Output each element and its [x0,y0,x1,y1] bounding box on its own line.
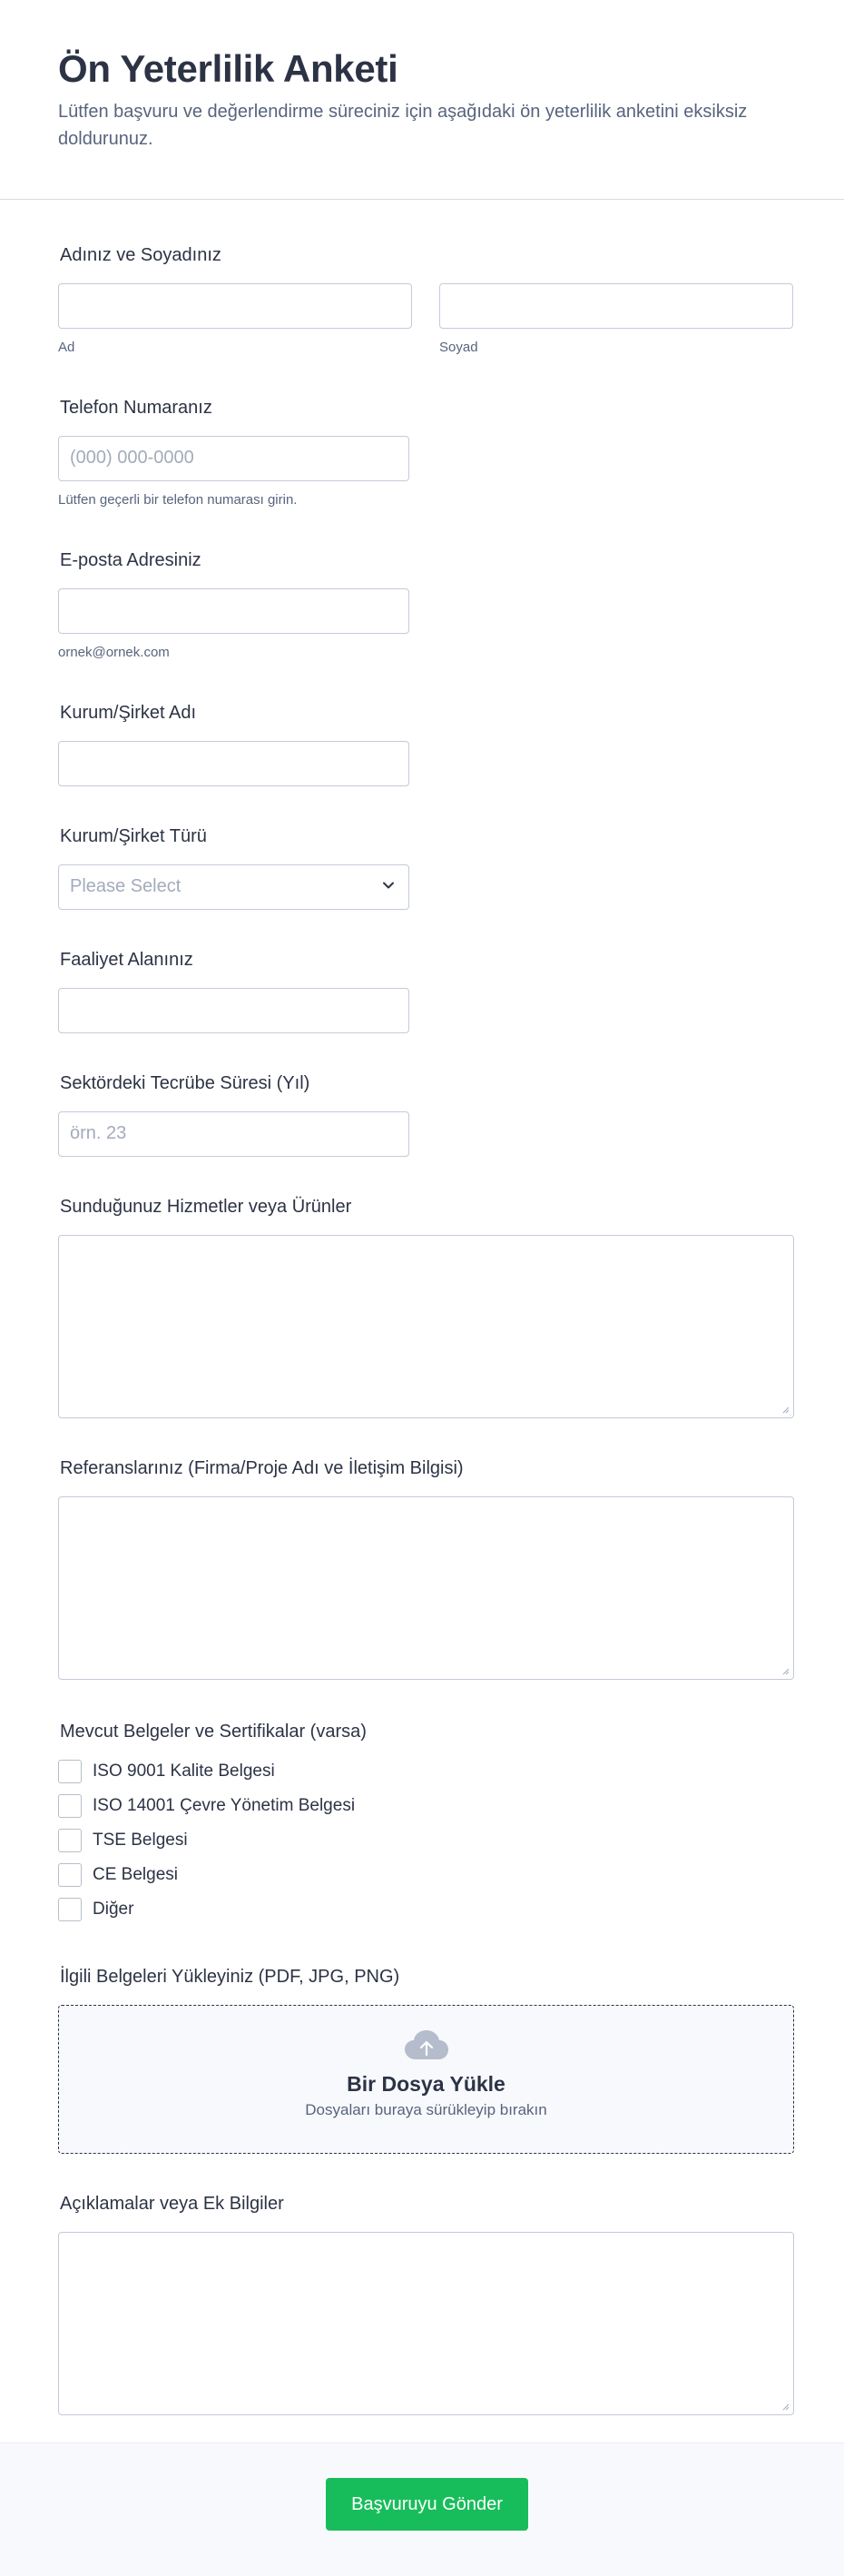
resize-handle-icon[interactable] [780,1666,790,1675]
upload-hint: Dosyaları buraya sürükleyip bırakın [305,2101,547,2118]
name-label: Adınız ve Soyadınız [60,245,221,265]
notes-field: Açıklamalar veya Ek Bilgiler [58,2192,794,2415]
form-page: Ön Yeterlilik Anketi Lütfen başvuru ve d… [0,0,844,2576]
file-upload-dropzone[interactable]: Bir Dosya Yükle Dosyaları buraya sürükle… [58,2005,794,2154]
notes-label: Açıklamalar veya Ek Bilgiler [60,2194,284,2214]
experience-field: Sektördeki Tecrübe Süresi (Yıl) örn. 23 [58,1071,409,1157]
certificate-option[interactable]: ISO 9001 Kalite Belgesi [58,1754,603,1789]
email-label: E-posta Adresiniz [60,550,201,570]
checkbox[interactable] [58,1760,82,1783]
company-type-field: Kurum/Şirket Türü Please Select [58,824,409,910]
form-footer: Başvuruyu Gönder [0,2443,844,2576]
references-field: Referanslarınız (Firma/Proje Adı ve İlet… [58,1456,794,1680]
checkbox[interactable] [58,1898,82,1921]
last-name-input[interactable] [439,283,793,329]
email-field: E-posta Adresiniz ornek@ornek.com [58,548,409,661]
company-name-field: Kurum/Şirket Adı [58,701,409,786]
services-label: Sunduğunuz Hizmetler veya Ürünler [60,1197,352,1217]
certificate-option-label: TSE Belgesi [93,1831,188,1850]
resize-handle-icon[interactable] [780,1405,790,1414]
certificates-field: Mevcut Belgeler ve Sertifikalar (varsa) … [58,1720,603,1927]
email-sublabel: ornek@ornek.com [58,645,170,660]
certificate-option-label: ISO 9001 Kalite Belgesi [93,1762,275,1781]
activity-label: Faaliyet Alanınız [60,950,193,970]
company-type-value: Please Select [70,876,182,896]
company-type-label: Kurum/Şirket Türü [60,826,207,846]
upload-label: İlgili Belgeleri Yükleyiniz (PDF, JPG, P… [60,1967,400,1987]
services-textarea[interactable] [58,1235,794,1418]
certificate-option[interactable]: ISO 14001 Çevre Yönetim Belgesi [58,1789,603,1823]
submit-button[interactable]: Başvuruyu Gönder [326,2478,528,2531]
company-type-select[interactable]: Please Select [58,864,409,910]
certificate-option-label: Diğer [93,1900,134,1919]
certificate-option[interactable]: Diğer [58,1892,603,1927]
email-input[interactable] [58,588,409,634]
cloud-upload-icon [404,2030,448,2059]
form-title: Ön Yeterlilik Anketi [58,47,398,90]
upload-title: Bir Dosya Yükle [347,2072,505,2096]
checkbox[interactable] [58,1794,82,1818]
certificate-option[interactable]: CE Belgesi [58,1858,603,1892]
experience-label: Sektördeki Tecrübe Süresi (Yıl) [60,1073,310,1093]
certificate-option[interactable]: TSE Belgesi [58,1823,603,1858]
name-field: Adınız ve Soyadınız Ad Soyad [58,243,793,356]
phone-sublabel: Lütfen geçerli bir telefon numarası giri… [58,492,298,508]
phone-input[interactable]: (000) 000-0000 [58,436,409,481]
checkbox[interactable] [58,1863,82,1887]
company-name-input[interactable] [58,741,409,786]
form-description: Lütfen başvuru ve değerlendirme sürecini… [58,102,748,149]
last-name-sublabel: Soyad [439,340,478,355]
form-header: Ön Yeterlilik Anketi Lütfen başvuru ve d… [0,0,844,200]
services-field: Sunduğunuz Hizmetler veya Ürünler [58,1195,794,1418]
certificate-option-label: CE Belgesi [93,1865,178,1884]
phone-label: Telefon Numaranız [60,398,212,418]
certificate-option-label: ISO 14001 Çevre Yönetim Belgesi [93,1796,356,1815]
references-label: Referanslarınız (Firma/Proje Adı ve İlet… [60,1458,464,1478]
resize-handle-icon[interactable] [780,2402,790,2411]
activity-input[interactable] [58,988,409,1033]
company-name-label: Kurum/Şirket Adı [60,703,197,723]
first-name-input[interactable] [58,283,412,329]
certificates-label: Mevcut Belgeler ve Sertifikalar (varsa) [60,1722,367,1742]
first-name-sublabel: Ad [58,340,75,355]
checkbox[interactable] [58,1829,82,1852]
phone-field: Telefon Numaranız (000) 000-0000 Lütfen … [58,396,409,508]
activity-field: Faaliyet Alanınız [58,948,409,1033]
chevron-down-icon [383,882,394,889]
references-textarea[interactable] [58,1496,794,1680]
experience-input[interactable]: örn. 23 [58,1111,409,1157]
notes-textarea[interactable] [58,2232,794,2415]
upload-field: İlgili Belgeleri Yükleyiniz (PDF, JPG, P… [58,1965,794,2154]
